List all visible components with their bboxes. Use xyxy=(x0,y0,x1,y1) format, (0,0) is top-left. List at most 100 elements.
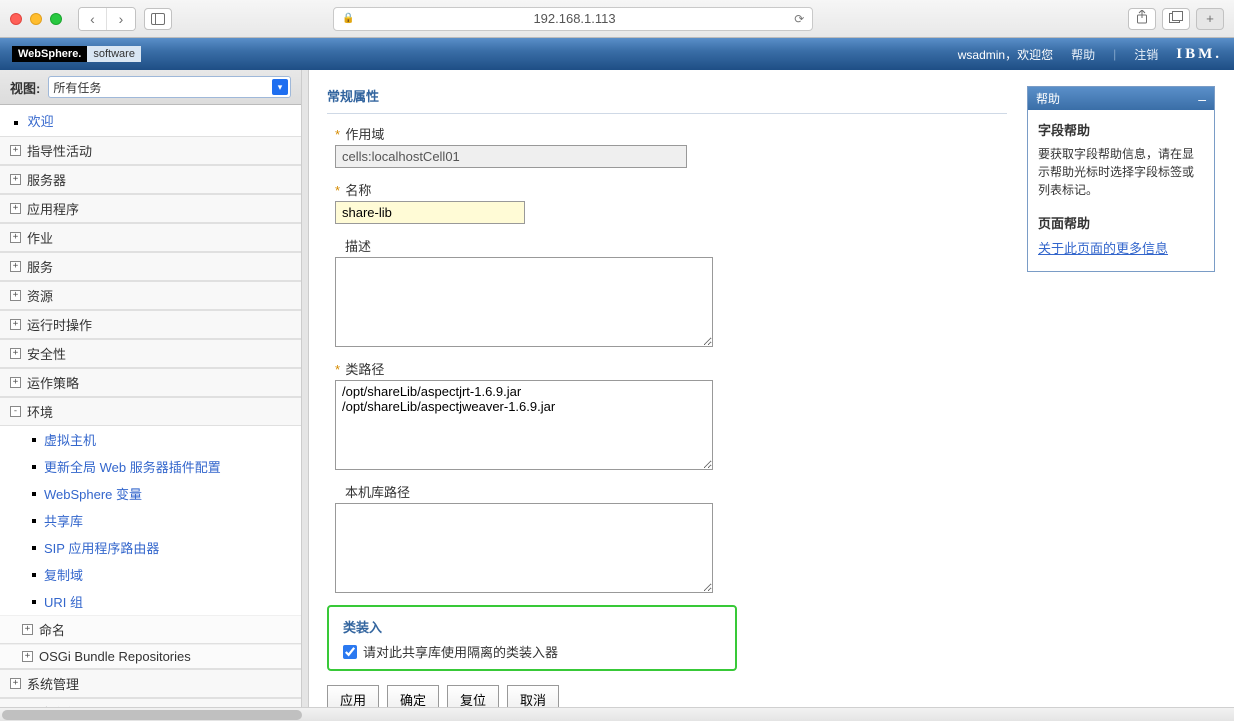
nav-sub-uri-groups[interactable]: URI 组 xyxy=(0,588,301,615)
minimize-window-icon[interactable] xyxy=(30,13,42,25)
nav-tree: 欢迎 +指导性活动 +服务器 +应用程序 +作业 +服务 +资源 +运行时操作 … xyxy=(0,105,301,721)
back-button[interactable]: ‹ xyxy=(79,8,107,30)
classloader-checkbox[interactable] xyxy=(343,645,357,659)
chevron-updown-icon: ▾ xyxy=(272,79,288,95)
nav-sub-update-plugin[interactable]: 更新全局 Web 服务器插件配置 xyxy=(0,453,301,480)
expand-icon: + xyxy=(10,290,21,301)
nav-item-guided[interactable]: +指导性活动 xyxy=(0,136,301,165)
field-help-title: 字段帮助 xyxy=(1038,120,1204,139)
forward-button[interactable]: › xyxy=(107,8,135,30)
nav-item-environment[interactable]: -环境 xyxy=(0,397,301,426)
section-title: 常规属性 xyxy=(327,78,1007,114)
help-header: 帮助 – xyxy=(1028,87,1214,110)
classloader-checkbox-label: 请对此共享库使用隔离的类装入器 xyxy=(363,642,558,661)
nav-sub-osgi[interactable]: +OSGi Bundle Repositories xyxy=(0,644,301,669)
welcome-text: wsadmin，欢迎您 xyxy=(958,46,1053,63)
nativepath-label: 本机库路径 xyxy=(345,482,410,501)
nav-sub-naming[interactable]: +命名 xyxy=(0,615,301,644)
websphere-logo-sub: software xyxy=(87,46,141,62)
expand-icon: + xyxy=(10,203,21,214)
sidebar-toggle-button[interactable] xyxy=(144,8,172,30)
share-button[interactable] xyxy=(1128,8,1156,30)
browser-chrome: ‹ › 🔒 192.168.1.113 ⟳ + xyxy=(0,0,1234,38)
nav-sub-ws-variables[interactable]: WebSphere 变量 xyxy=(0,480,301,507)
nav-sub-sip-router[interactable]: SIP 应用程序路由器 xyxy=(0,534,301,561)
lock-icon: 🔒 xyxy=(342,13,354,24)
maximize-window-icon[interactable] xyxy=(50,13,62,25)
bullet-icon xyxy=(32,546,36,550)
help-box: 帮助 – 字段帮助 要获取字段帮助信息，请在显示帮助光标时选择字段标签或列表标记… xyxy=(1027,86,1215,272)
view-label: 视图: xyxy=(10,78,40,97)
help-panel: 帮助 – 字段帮助 要获取字段帮助信息，请在显示帮助光标时选择字段标签或列表标记… xyxy=(1027,78,1215,714)
nav-panel: 视图: 所有任务 ▾ 欢迎 +指导性活动 +服务器 +应用程序 +作业 +服务 … xyxy=(0,70,302,721)
address-bar[interactable]: 🔒 192.168.1.113 ⟳ xyxy=(333,7,813,31)
bullet-icon xyxy=(32,492,36,496)
name-input[interactable] xyxy=(335,201,525,224)
nav-item-resources[interactable]: +资源 xyxy=(0,281,301,310)
desc-label: 描述 xyxy=(345,236,371,255)
nav-welcome[interactable]: 欢迎 xyxy=(0,105,301,136)
expand-icon: + xyxy=(10,678,21,689)
page-help-link[interactable]: 关于此页面的更多信息 xyxy=(1038,241,1168,256)
websphere-header: WebSphere. software wsadmin，欢迎您 帮助 | 注销 … xyxy=(0,38,1234,70)
header-logout-link[interactable]: 注销 xyxy=(1134,46,1158,63)
nativepath-textarea[interactable] xyxy=(335,503,713,593)
sidebar-icon xyxy=(151,13,165,25)
nav-item-services[interactable]: +服务 xyxy=(0,252,301,281)
nav-item-jobs[interactable]: +作业 xyxy=(0,223,301,252)
bullet-icon xyxy=(32,600,36,604)
nav-item-policies[interactable]: +运作策略 xyxy=(0,368,301,397)
scope-input xyxy=(335,145,687,168)
nav-item-servers[interactable]: +服务器 xyxy=(0,165,301,194)
view-selector-bar: 视图: 所有任务 ▾ xyxy=(0,70,301,105)
page-help-title: 页面帮助 xyxy=(1038,213,1204,232)
help-body: 字段帮助 要获取字段帮助信息，请在显示帮助光标时选择字段标签或列表标记。 页面帮… xyxy=(1028,110,1214,271)
scroll-thumb[interactable] xyxy=(2,710,302,720)
expand-icon: + xyxy=(10,348,21,359)
collapse-icon: - xyxy=(10,406,21,417)
expand-icon: + xyxy=(10,145,21,156)
nav-sub-virtual-hosts[interactable]: 虚拟主机 xyxy=(0,426,301,453)
bullet-icon xyxy=(14,121,18,125)
required-star-icon: * xyxy=(335,362,340,377)
desc-textarea[interactable] xyxy=(335,257,713,347)
classpath-textarea[interactable]: /opt/shareLib/aspectjrt-1.6.9.jar /opt/s… xyxy=(335,380,713,470)
expand-icon: + xyxy=(10,319,21,330)
classloader-title: 类装入 xyxy=(343,617,721,636)
bullet-icon xyxy=(32,519,36,523)
header-help-link[interactable]: 帮助 xyxy=(1071,46,1095,63)
nav-sub-replication[interactable]: 复制域 xyxy=(0,561,301,588)
classloader-checkbox-row[interactable]: 请对此共享库使用隔离的类装入器 xyxy=(343,642,721,661)
horizontal-scrollbar[interactable] xyxy=(0,707,1234,721)
name-label: 名称 xyxy=(345,180,371,199)
field-description: 描述 xyxy=(335,236,1007,347)
help-title: 帮助 xyxy=(1036,90,1060,107)
collapse-icon[interactable]: – xyxy=(1198,94,1206,104)
bullet-icon xyxy=(32,465,36,469)
required-star-icon: * xyxy=(335,183,340,198)
nav-item-applications[interactable]: +应用程序 xyxy=(0,194,301,223)
nav-splitter[interactable] xyxy=(302,70,309,721)
required-star-icon: * xyxy=(335,127,340,142)
nav-sub-shared-libs[interactable]: 共享库 xyxy=(0,507,301,534)
bullet-icon xyxy=(32,438,36,442)
address-text: 192.168.1.113 xyxy=(361,11,788,26)
reload-icon[interactable]: ⟳ xyxy=(794,12,804,26)
new-tab-button[interactable]: + xyxy=(1196,8,1224,30)
tabs-button[interactable] xyxy=(1162,8,1190,30)
nav-item-sysadmin[interactable]: +系统管理 xyxy=(0,669,301,698)
nav-item-runtime[interactable]: +运行时操作 xyxy=(0,310,301,339)
expand-icon: + xyxy=(10,232,21,243)
expand-icon: + xyxy=(10,261,21,272)
main-content: 常规属性 * 作用域 * 名称 描述 * 类路径 xyxy=(309,70,1234,721)
expand-icon: + xyxy=(22,651,33,662)
nav-item-security[interactable]: +安全性 xyxy=(0,339,301,368)
chrome-right-buttons: + xyxy=(1128,8,1224,30)
tabs-icon xyxy=(1169,11,1183,23)
share-icon xyxy=(1136,10,1148,24)
view-select[interactable]: 所有任务 ▾ xyxy=(48,76,291,98)
close-window-icon[interactable] xyxy=(10,13,22,25)
bullet-icon xyxy=(32,573,36,577)
expand-icon: + xyxy=(10,377,21,388)
view-select-value: 所有任务 xyxy=(53,79,101,96)
